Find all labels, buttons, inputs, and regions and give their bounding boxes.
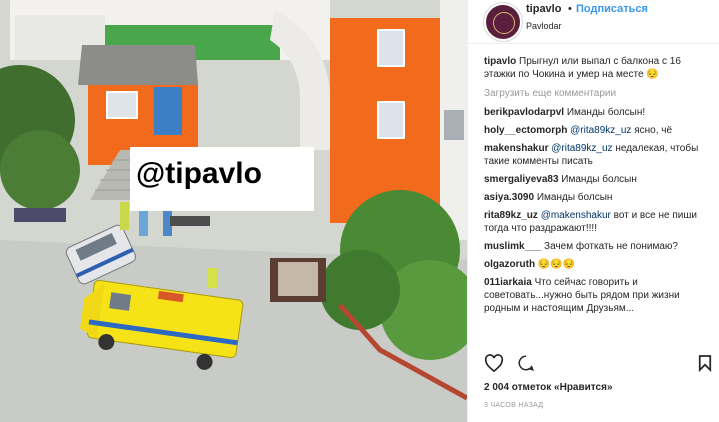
post-timestamp[interactable]: 3 ЧАСОВ НАЗАД [484, 402, 543, 409]
action-bar [484, 354, 712, 374]
comment-username[interactable]: berikpavlodarpvl [484, 107, 564, 118]
comment-item: 011iarkaia Что сейчас говорить и советов… [484, 276, 712, 315]
comment-mention[interactable]: @rita89kz_uz [551, 143, 612, 154]
comment-item: muslimk___ Зачем фоткать не понимаю? [484, 240, 712, 253]
comment-text: Иманды болсын! [566, 107, 646, 118]
bookmark-icon[interactable] [698, 354, 712, 372]
heart-icon[interactable] [484, 354, 504, 372]
likes-count[interactable]: 2 004 отметок «Нравится» [484, 382, 613, 393]
comment-item: smergaliyeva83 Иманды болсын [484, 173, 712, 186]
location-link[interactable]: Pavlodar [526, 21, 562, 31]
comment-mention[interactable]: @rita89kz_uz [570, 125, 631, 136]
comment-username[interactable]: holy__ectomorph [484, 125, 567, 136]
comment-item: rita89kz_uz @makenshakur вот и все не пи… [484, 209, 712, 235]
comment-item: makenshakur @rita89kz_uz недалекая, чтоб… [484, 142, 712, 168]
comment-mention[interactable]: @makenshakur [541, 210, 611, 221]
comment-username[interactable]: smergaliyeva83 [484, 174, 559, 185]
comment-username[interactable]: rita89kz_uz [484, 210, 538, 221]
comment-item: berikpavlodarpvl Иманды болсын! [484, 106, 712, 119]
comment-text: Зачем фоткать не понимаю? [544, 241, 678, 252]
post-image [0, 0, 467, 422]
caption-emoji: 😔 [646, 69, 659, 80]
follow-button[interactable]: Подписаться [576, 3, 648, 15]
comment-text: Иманды болсын [561, 174, 637, 185]
comment-list: tipavlo Прыгнул или выпал с балкона с 16… [484, 55, 712, 320]
comment-item: asiya.3090 Иманды болсын [484, 191, 712, 204]
avatar[interactable] [484, 3, 522, 41]
caption-username[interactable]: tipavlo [484, 56, 516, 67]
comment-username[interactable]: muslimk___ [484, 241, 541, 252]
comment-username[interactable]: olgazoruth [484, 259, 535, 270]
comment-text: ясно, чё [634, 125, 673, 136]
comment-text: 😔😔😔 [537, 259, 576, 270]
post-header: tipavlo • Подписаться Pavlodar [468, 0, 719, 44]
comment-username[interactable]: makenshakur [484, 143, 548, 154]
post-photo[interactable]: @tipavlo [0, 0, 467, 422]
load-more-comments[interactable]: Загрузить еще комментарии [484, 87, 712, 100]
comment-item: olgazoruth 😔😔😔 [484, 258, 712, 271]
caption: tipavlo Прыгнул или выпал с балкона с 16… [484, 55, 712, 81]
comment-item: holy__ectomorph @rita89kz_uz ясно, чё [484, 124, 712, 137]
username-link[interactable]: tipavlo [526, 3, 561, 15]
comment-text: Иманды болсын [536, 192, 613, 203]
watermark-text: @tipavlo [136, 157, 262, 190]
comment-username[interactable]: 011iarkaia [484, 277, 532, 288]
separator-dot: • [568, 3, 572, 15]
comment-username[interactable]: asiya.3090 [484, 192, 534, 203]
comment-icon[interactable] [516, 354, 536, 372]
post-sidebar: tipavlo • Подписаться Pavlodar tipavlo П… [467, 0, 719, 422]
